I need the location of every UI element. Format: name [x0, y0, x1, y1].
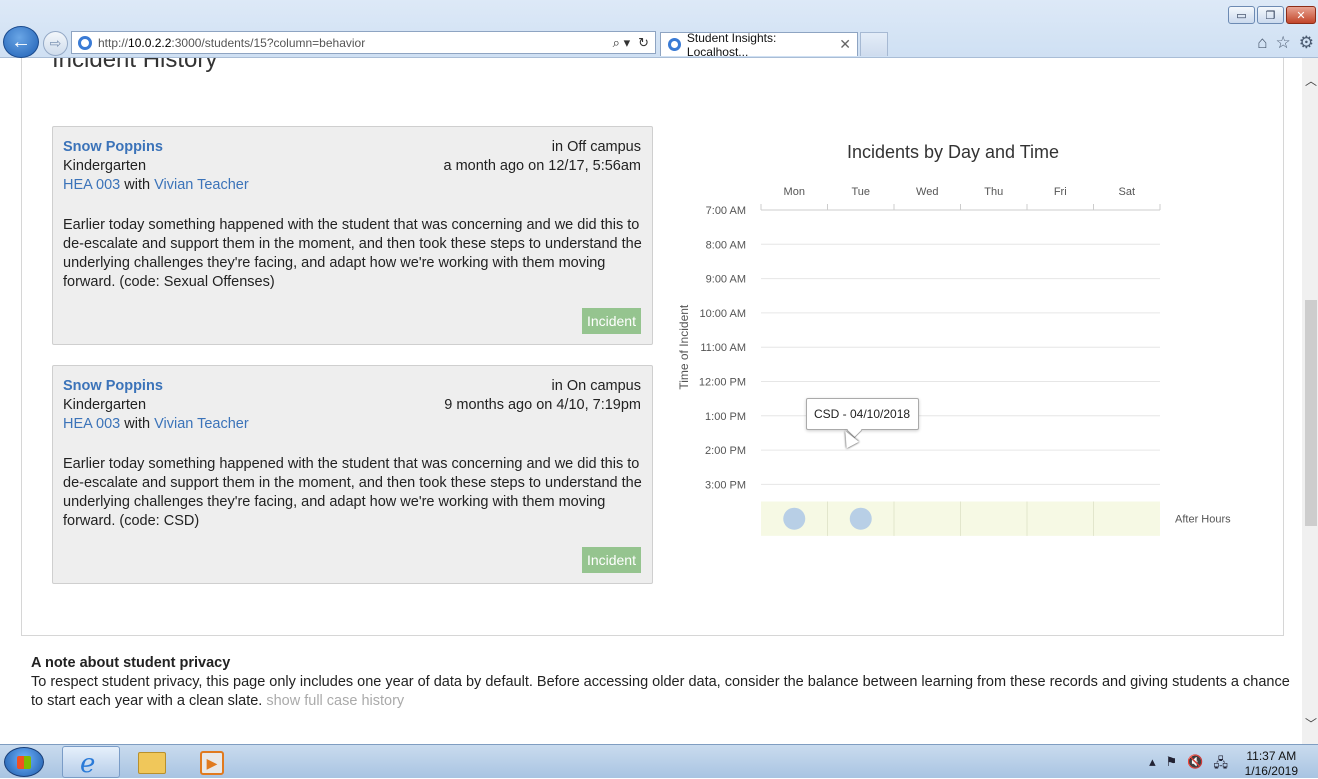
back-button[interactable]: ← [3, 26, 39, 58]
taskbar-explorer[interactable] [124, 746, 182, 778]
y-axis-label: Time of Incident [677, 304, 691, 390]
favorites-star-icon[interactable]: ☆ [1276, 33, 1291, 53]
close-window-button[interactable]: ✕ [1286, 6, 1316, 24]
teacher-link[interactable]: Vivian Teacher [154, 416, 249, 432]
arrow-right-icon: ⇨ [49, 35, 62, 51]
y-tick-label: 10:00 AM [700, 308, 746, 320]
homeroom-link[interactable]: HEA 003 [63, 177, 120, 193]
chart-title: Incidents by Day and Time [846, 142, 1060, 162]
y-tick-label: 9:00 AM [706, 274, 746, 286]
url-text[interactable]: http://10.0.2.2:3000/students/15?column=… [98, 36, 365, 50]
ie-icon: e [80, 749, 96, 779]
scroll-up-icon[interactable]: ︿ [1305, 72, 1317, 89]
show-full-history-link[interactable]: show full case history [266, 693, 404, 709]
privacy-text: To respect student privacy, this page on… [31, 674, 1290, 709]
start-button[interactable] [4, 747, 44, 777]
arrow-left-icon: ← [11, 30, 31, 53]
address-bar[interactable]: http://10.0.2.2:3000/students/15?column=… [71, 31, 656, 54]
home-icon[interactable]: ⌂ [1257, 33, 1267, 53]
privacy-note: A note about student privacy To respect … [31, 654, 1291, 711]
incident-card: Snow Poppins Kindergarten HEA 003 with V… [52, 126, 653, 345]
clock-time: 11:37 AM [1246, 749, 1297, 763]
url-scheme: http:// [98, 35, 129, 50]
y-tick-label: 3:00 PM [705, 479, 746, 491]
x-tick-label: Tue [851, 186, 870, 198]
teacher-link[interactable]: Vivian Teacher [154, 177, 249, 193]
y-tick-label: 11:00 AM [700, 342, 746, 354]
tab-close-icon[interactable]: ✕ [839, 36, 851, 53]
incident-point [849, 507, 872, 530]
chart-plot: 7:00 AM 8:00 AM 9:00 AM 10:00 AM 11:00 AM 12:… [677, 186, 1231, 536]
homeroom-line: HEA 003 with Vivian Teacher [63, 416, 249, 432]
section-title: Incident History [52, 58, 218, 73]
incident-location: in On campus [551, 378, 641, 394]
incident-point [783, 507, 806, 530]
student-grade: Kindergarten [63, 158, 147, 174]
y-tick-label: 7:00 AM [706, 205, 746, 217]
search-dropdown-icon[interactable]: ⌕ ▾ [613, 35, 630, 51]
after-hours-label: After Hours [1175, 514, 1231, 526]
chart-tooltip: CSD - 04/10/2018 [806, 398, 919, 430]
incident-badge: Incident [581, 308, 641, 334]
y-tick-label: 12:00 PM [699, 377, 746, 389]
x-tick-label: Thu [984, 186, 1003, 198]
homeroom-line: HEA 003 with Vivian Teacher [63, 177, 249, 193]
with-text: with [124, 177, 151, 193]
action-center-icon[interactable]: ⚑ [1166, 754, 1178, 776]
incident-card: Snow Poppins Kindergarten HEA 003 with V… [52, 365, 653, 584]
system-tray: ▴ ⚑ 🔇 🖧 [1149, 754, 1228, 776]
student-name-link[interactable]: Snow Poppins [63, 139, 163, 155]
network-icon[interactable]: 🖧 [1214, 754, 1229, 776]
window-controls: ▭ ❐ ✕ [1228, 6, 1316, 24]
student-grade: Kindergarten [63, 397, 147, 413]
taskbar-media-player[interactable]: ▶ [186, 746, 244, 778]
clock[interactable]: 11:37 AM 1/16/2019 [1245, 749, 1298, 779]
clock-date: 1/16/2019 [1244, 764, 1298, 778]
scroll-down-icon[interactable]: ﹀ [1305, 715, 1317, 732]
volume-muted-icon[interactable]: 🔇 [1187, 754, 1203, 776]
tab-title: Student Insights: Localhost... [686, 30, 777, 59]
scroll-thumb[interactable] [1305, 300, 1317, 526]
page-viewport: Incident History Snow Poppins Kindergart… [0, 58, 1302, 744]
url-path: :3000/students/15?column=behavior [171, 35, 366, 50]
incident-time: 9 months ago on 4/10, 7:19pm [444, 397, 641, 413]
folder-icon [138, 752, 166, 774]
x-tick-label: Wed [916, 186, 938, 198]
x-tick-label: Sat [1118, 186, 1135, 198]
browser-tab[interactable]: Student Insights: Localhost... ✕ [660, 30, 858, 59]
y-tick-label: 2:00 PM [705, 445, 746, 457]
student-name-link[interactable]: Snow Poppins [63, 378, 163, 394]
x-tick-label: Mon [784, 186, 805, 198]
homeroom-link[interactable]: HEA 003 [63, 416, 120, 432]
site-favicon-icon [78, 35, 92, 50]
incident-location: in Off campus [551, 139, 641, 155]
vertical-scrollbar[interactable]: ︿ ﹀ [1302, 58, 1318, 744]
incident-badge: Incident [581, 547, 641, 573]
forward-button[interactable]: ⇨ [43, 31, 68, 56]
incidents-chart: Incidents by Day and Time 7:00 AM 8:00 AM… [668, 128, 1268, 538]
incident-description: Earlier today something happened with th… [63, 456, 642, 529]
privacy-title: A note about student privacy [31, 655, 231, 671]
taskbar-ie[interactable]: e [62, 746, 120, 779]
taskbar: e ▶ ▴ ⚑ 🔇 🖧 11:37 AM 1/16/2019 [0, 744, 1318, 779]
x-tick-label: Fri [1054, 186, 1067, 198]
media-player-icon: ▶ [200, 751, 224, 775]
maximize-button[interactable]: ❐ [1257, 6, 1284, 24]
y-tick-label: 8:00 AM [706, 239, 746, 251]
browser-chrome: ▭ ❐ ✕ ← ⇨ http://10.0.2.2:3000/students/… [0, 0, 1318, 59]
url-host: 10.0.2.2 [128, 35, 172, 50]
settings-gear-icon[interactable]: ⚙ [1299, 33, 1314, 53]
new-tab-button[interactable] [860, 32, 888, 56]
tab-favicon-icon [668, 38, 681, 51]
tray-expand-icon[interactable]: ▴ [1149, 754, 1156, 776]
refresh-icon[interactable]: ↻ [638, 35, 649, 51]
incident-time: a month ago on 12/17, 5:56am [443, 158, 641, 174]
with-text: with [124, 416, 151, 432]
minimize-button[interactable]: ▭ [1228, 6, 1255, 24]
incident-description: Earlier today something happened with th… [63, 217, 642, 290]
y-tick-label: 1:00 PM [705, 411, 746, 423]
